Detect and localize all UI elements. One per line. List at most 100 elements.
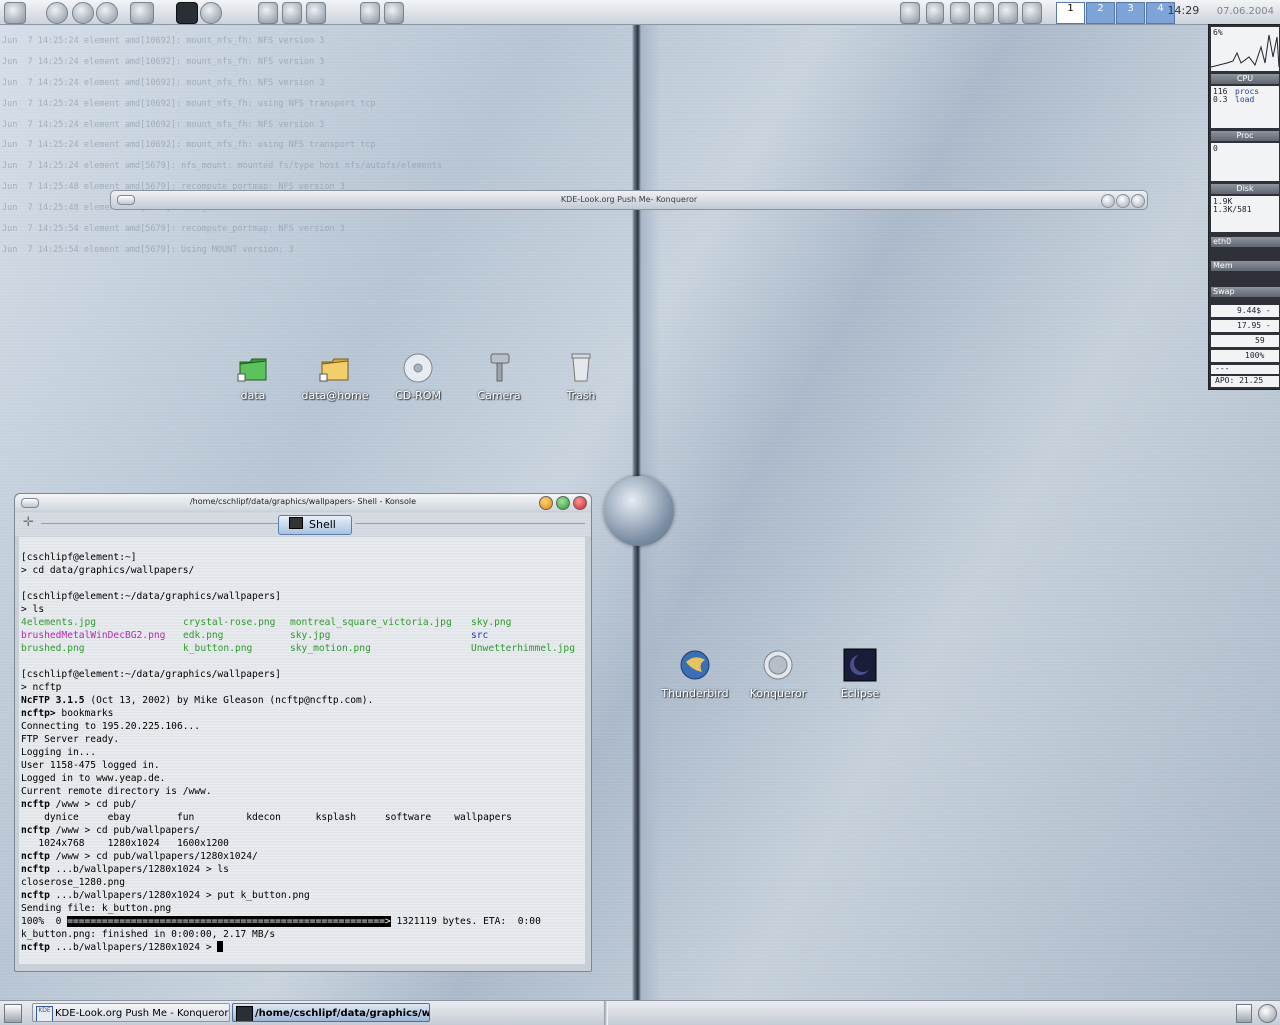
kde-gear-logo [604, 476, 674, 546]
eclipse-launcher-icon[interactable] [176, 2, 198, 24]
term-line: Connecting to 195.20.225.106... [21, 721, 201, 732]
show-desktop-icon[interactable] [4, 1004, 22, 1023]
term-line: ...b/wallpapers/1280x1024 > ls [49, 864, 229, 875]
syslog-line: Jun 7 14:25:24 element amd[10692]: mount… [2, 98, 376, 109]
battery-percent: 100% [1245, 351, 1265, 360]
desktop-icon-eclipse[interactable]: Eclipse [825, 648, 895, 700]
mozilla-launcher-icon[interactable] [96, 2, 118, 24]
desktop-button-1[interactable]: 1 [1056, 2, 1085, 24]
maximize-button[interactable] [556, 496, 570, 510]
kde-menu-icon[interactable] [4, 2, 26, 24]
term-line: FTP Server ready. [21, 734, 120, 745]
term-line: Logged in to www.yeap.de. [21, 773, 166, 784]
desktop-icon-trash[interactable]: Trash [546, 350, 616, 402]
task-konqueror[interactable]: KDE KDE-Look.org Push Me - Konqueror [32, 1003, 230, 1022]
new-session-icon[interactable]: ✛ [23, 516, 35, 529]
ls-entry: src [471, 630, 489, 641]
term-line: 1321119 bytes. ETA: 0:00 [390, 916, 541, 927]
tool-icon-2[interactable] [282, 2, 302, 24]
term-line: > ls [21, 604, 45, 615]
term-bold: NcFTP 3.1.5 [21, 695, 85, 706]
desktop-icon-data-home[interactable]: data@home [300, 350, 370, 402]
term-prompt: ncftp [21, 864, 50, 875]
stock-row-1: 9.44$ - [1211, 305, 1279, 317]
tray-volume-icon[interactable] [926, 2, 944, 24]
minimize-button[interactable] [1101, 194, 1115, 208]
tray-klipper-icon[interactable] [900, 2, 920, 24]
misc-value: --- [1215, 364, 1230, 373]
tray-mail-icon[interactable] [950, 2, 970, 24]
desktop-button-2[interactable]: 2 [1086, 2, 1115, 24]
term-line: closerose_1280.png [21, 877, 125, 888]
ls-entry: crystal-rose.png [183, 617, 276, 628]
taskbar: KDE KDE-Look.org Push Me - Konqueror /hom… [0, 1000, 1280, 1025]
icon-label: data@home [301, 389, 369, 402]
icon-label: Camera [477, 389, 521, 402]
eclipse-icon [843, 648, 877, 682]
tab-label: Shell [309, 518, 336, 531]
tool-icon-5[interactable] [384, 2, 404, 24]
syslog-line: Jun 7 14:25:24 element amd[10692]: mount… [2, 140, 376, 151]
proc-label: Proc [1211, 131, 1279, 141]
konqueror-launcher-icon[interactable] [72, 2, 94, 24]
logout-icon[interactable] [1258, 1004, 1277, 1023]
apo-value: APO: 21.25 [1215, 376, 1264, 385]
icon-label: Eclipse [840, 687, 880, 700]
minimize-button[interactable] [539, 496, 553, 510]
konqueror-icon [763, 650, 793, 680]
konsole-launcher-icon[interactable] [46, 2, 68, 24]
term-line: Sending file: k_button.png [21, 903, 172, 914]
desktop-icon-camera[interactable]: Camera [464, 350, 534, 402]
term-line: > cd data/graphics/wallpapers/ [21, 565, 195, 576]
kde-look-icon: KDE [36, 1006, 53, 1021]
term-line: 100% 0 [21, 916, 68, 927]
ls-entry: sky_motion.png [290, 643, 371, 654]
mail-count: 59 [1255, 336, 1265, 345]
tray-kopete-icon[interactable] [974, 2, 994, 24]
konsole-titlebar[interactable]: /home/cschlipf/data/graphics/wallpapers-… [15, 494, 591, 511]
desktop-icon-cdrom[interactable]: CD-ROM [383, 350, 453, 402]
lock-screen-icon[interactable] [1236, 1004, 1252, 1023]
icon-label: Konqueror [749, 687, 807, 700]
terminal-icon [289, 517, 303, 529]
tray-printer-icon[interactable] [998, 2, 1018, 24]
tray-network-icon[interactable] [1022, 2, 1042, 24]
close-button[interactable] [1131, 194, 1145, 208]
tool-icon-4[interactable] [360, 2, 380, 24]
term-line: 1024x768 1280x1024 1600x1200 [21, 838, 229, 849]
term-prompt: ncftp [21, 942, 50, 953]
stock-value-1: 9.44$ - [1237, 306, 1271, 315]
term-line: k_button.png: finished in 0:00:00, 2.17 … [21, 929, 276, 940]
term-line: [cschlipf@element:~] [21, 552, 137, 563]
tab-shell[interactable]: Shell [278, 515, 352, 535]
close-button[interactable] [573, 496, 587, 510]
syslog-line: Jun 7 14:25:54 element amd[5679]: recomp… [2, 223, 345, 234]
desktop-button-3[interactable]: 3 [1116, 2, 1145, 24]
task-konsole[interactable]: /home/cschlipf/data/graphics/wallp [232, 1003, 430, 1022]
icon-label: CD-ROM [395, 389, 441, 402]
maximize-button[interactable] [1116, 194, 1130, 208]
ls-entry: montreal_square_victoria.jpg [290, 617, 452, 628]
tool-icon-3[interactable] [306, 2, 326, 24]
desktop-icon-data[interactable]: data [218, 350, 288, 402]
terminal-output[interactable]: [cschlipf@element:~] > cd data/graphics/… [19, 537, 585, 964]
konsole-title: /home/cschlipf/data/graphics/wallpapers-… [189, 497, 417, 506]
konsole-window[interactable]: /home/cschlipf/data/graphics/wallpapers-… [14, 493, 592, 972]
clock[interactable]: 14:29 07.06.2004 [1168, 4, 1274, 17]
term-prompt: ncftp> [21, 708, 56, 719]
term-line: /www > cd pub/ [49, 799, 137, 810]
task-label: KDE-Look.org Push Me - Konqueror [55, 1008, 229, 1019]
desktop-icon-konqueror[interactable]: Konqueror [743, 648, 813, 700]
clock-time: 14:29 [1167, 4, 1200, 17]
load-word: load [1235, 95, 1255, 104]
thunderbird-icon [680, 650, 710, 680]
tool-icon-1[interactable] [258, 2, 278, 24]
gkrellm-monitor[interactable]: 6% CPU 116 procs 0.3 load Proc 0 Disk 1.… [1208, 24, 1280, 390]
term-line: [cschlipf@element:~/data/graphics/wallpa… [21, 669, 281, 680]
gimp-launcher-icon[interactable] [130, 2, 154, 24]
desktop-icon-thunderbird[interactable]: Thunderbird [660, 648, 730, 700]
term-line: /www > cd pub/wallpapers/1280x1024/ [49, 851, 258, 862]
net-graph: 1.9K 1.3K/581 [1211, 196, 1279, 232]
konqueror-window-shaded[interactable]: KDE-Look.org Push Me- Konqueror [110, 190, 1148, 210]
cd-player-icon[interactable] [200, 2, 222, 24]
